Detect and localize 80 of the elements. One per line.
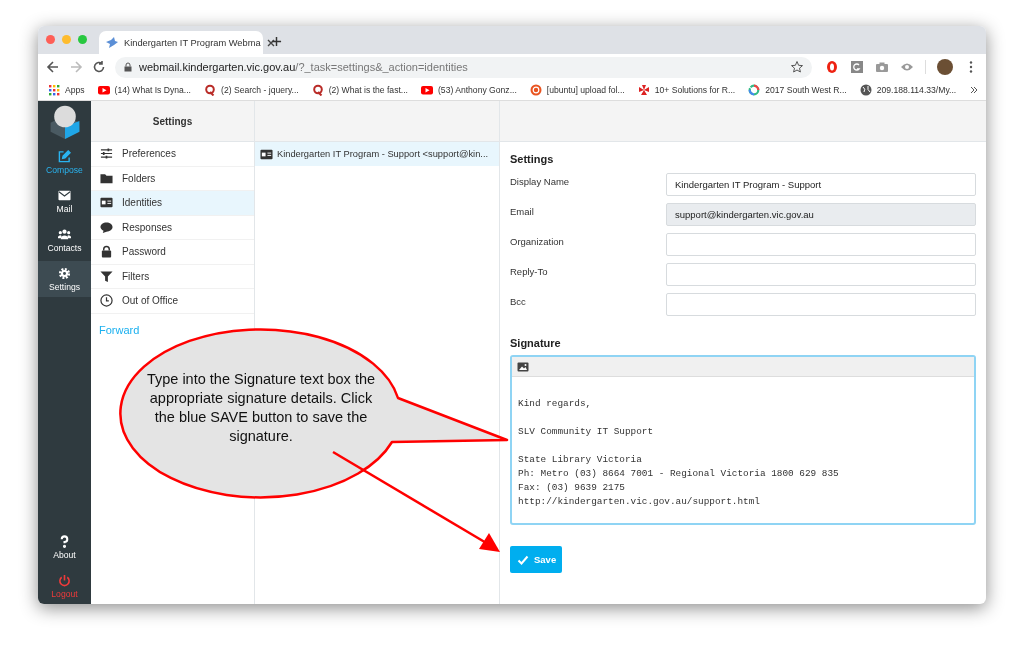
funnel-icon <box>100 269 113 283</box>
signature-line: Fax: (03) 9639 2175 <box>518 481 626 495</box>
bookmark[interactable]: (2) What is the fast... <box>311 84 408 96</box>
field-label: Reply-To <box>510 265 549 277</box>
close-window-button[interactable] <box>46 35 55 44</box>
input-field[interactable]: Kindergarten IT Program - Support <box>666 173 976 196</box>
settings-menu-item[interactable]: Responses <box>91 215 254 240</box>
field-label: Email <box>510 205 535 217</box>
bookmark[interactable]: 10+ Solutions for R... <box>637 84 736 96</box>
avatar[interactable] <box>937 59 953 75</box>
nav-item[interactable]: Mail <box>38 183 91 219</box>
back-icon[interactable] <box>46 60 60 74</box>
circle-logo-icon <box>529 84 542 96</box>
signature-line: Ph: Metro (03) 8664 7001 - Regional Victoria 1800 629 835 <box>518 467 840 481</box>
play-icon <box>421 84 433 96</box>
signature-line: SLV Community IT Support <box>518 425 655 439</box>
flower-icon <box>637 84 650 96</box>
checkmark-icon <box>517 553 529 566</box>
bookmark[interactable]: 2017 South West R... <box>748 84 847 96</box>
question-mark-icon <box>58 534 71 548</box>
address-bar[interactable]: webmail.kindergarten.vic.gov.au/?_task=settings&_action=identities <box>115 56 812 78</box>
pencil-square-icon <box>58 149 71 163</box>
bookmark[interactable]: (14) What Is Dyna... <box>97 84 191 96</box>
lock-icon <box>100 245 113 259</box>
settings-menu-item[interactable]: Identities <box>91 191 254 216</box>
envelope-icon <box>58 188 71 202</box>
id-card-icon <box>100 196 113 210</box>
section-heading: Settings <box>510 153 555 165</box>
nav-item[interactable]: Compose <box>38 144 91 180</box>
camera-icon[interactable] <box>875 60 889 74</box>
signature-line: http://kindergarten.vic.gov.au/support.html <box>518 495 761 509</box>
id-card-icon <box>260 147 273 161</box>
ring-icon <box>748 84 761 96</box>
signature-line: Kind regards, <box>518 397 593 411</box>
input-field[interactable] <box>666 293 976 316</box>
q-logo-icon <box>204 84 216 96</box>
field-label: Display Name <box>510 175 571 187</box>
bird-icon <box>105 35 119 50</box>
identity-item[interactable]: Kindergarten IT Program - Support <support@kin... <box>255 142 499 166</box>
grid-icon <box>48 84 60 96</box>
nav-item[interactable]: About <box>38 529 91 565</box>
settings-menu-item[interactable]: Filters <box>91 264 254 289</box>
bookmark[interactable]: Apps <box>48 84 85 96</box>
power-icon <box>58 573 71 587</box>
input-field[interactable] <box>666 263 976 286</box>
bookmark[interactable]: [ubuntu] upload fol... <box>529 84 625 96</box>
bookmark[interactable]: (53) Anthony Gonz... <box>421 84 517 96</box>
play-icon <box>97 84 110 96</box>
bookmark[interactable]: 209.188.114.33/My... <box>859 84 957 96</box>
settings-menu-item[interactable]: Password <box>91 240 254 265</box>
star-icon[interactable] <box>790 60 804 74</box>
column-header: Settings <box>91 101 254 142</box>
signature-editor[interactable]: Kind regards, SLV Community IT Support State Library Victoria Ph: Metro (03) 8664 7001 - Regional Victoria 1800 629 835 Fax: (03) 9639 2175 http://kindergarten.vic.gov.au/support.html <box>510 355 976 525</box>
field-label: Organization <box>510 235 565 247</box>
lock-icon <box>123 62 133 72</box>
chevrons-icon[interactable] <box>969 85 980 95</box>
settings-icon <box>58 266 71 280</box>
speech-bubble-icon <box>100 220 113 234</box>
settings-menu-item[interactable]: Preferences <box>91 142 254 167</box>
new-tab-icon[interactable] <box>271 36 282 47</box>
signature-line: State Library Victoria <box>518 453 643 467</box>
callout-text: Type into the Signature text box the appropriate signature details. Click the blue SAVE button to save the signature. <box>145 370 377 446</box>
bookmark[interactable]: (2) Search - jquery... <box>204 84 299 96</box>
image-icon <box>517 360 529 373</box>
extension-icon[interactable] <box>850 60 864 74</box>
forward-icon[interactable] <box>69 60 83 74</box>
sliders-icon <box>100 147 113 161</box>
field-label: Bcc <box>510 295 527 307</box>
clock-icon <box>100 294 113 308</box>
settings-menu-item[interactable]: Out of Office <box>91 289 254 314</box>
nav-item[interactable]: Contacts <box>38 222 91 258</box>
reload-icon[interactable] <box>92 60 106 74</box>
stop-sign-icon[interactable] <box>825 60 839 74</box>
nav-item[interactable]: Settings <box>38 261 91 297</box>
input-field[interactable] <box>666 233 976 256</box>
folder-icon <box>100 171 113 185</box>
people-icon <box>58 227 71 241</box>
q-logo-icon <box>311 84 324 96</box>
close-icon[interactable] <box>265 37 276 48</box>
section-heading: Signature <box>510 337 562 349</box>
